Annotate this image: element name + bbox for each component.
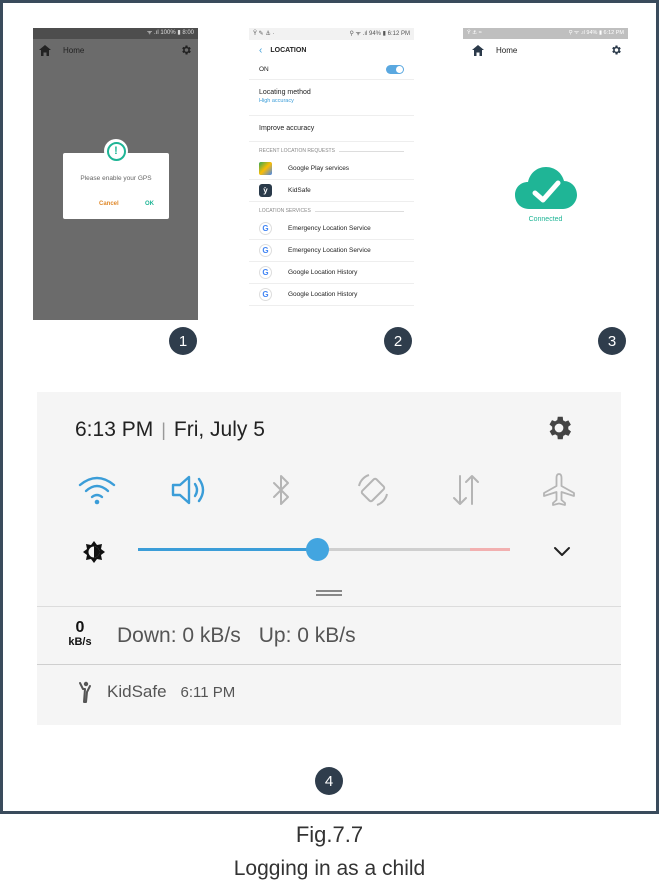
figure-caption: Logging in as a child bbox=[233, 857, 426, 880]
quick-settings-panel: 6:13 PM | Fri, July 5 0 kB/s Down: 0 kB/… bbox=[37, 392, 621, 725]
google-icon: G bbox=[259, 288, 272, 301]
divider bbox=[37, 664, 621, 665]
locating-method-value: High accuracy bbox=[259, 98, 294, 104]
settings-header: ‹ LOCATION bbox=[249, 40, 414, 60]
figure-frame: ⁠ᯤ .ıl 100% ▮ 8:00 Home Connected ! Plea… bbox=[0, 0, 659, 814]
location-toggle[interactable] bbox=[386, 65, 404, 74]
screen-gps-prompt: ⁠ᯤ .ıl 100% ▮ 8:00 Home Connected ! Plea… bbox=[33, 28, 198, 320]
network-traffic: Down: 0 kB/s Up: 0 kB/s bbox=[117, 624, 356, 648]
improve-accuracy-label: Improve accuracy bbox=[259, 125, 315, 132]
chevron-down-icon[interactable] bbox=[551, 540, 573, 562]
status-bar: Ÿ ✎ ⚓ · ⚲ ᯤ .ıl 94% ▮ 6:12 PM bbox=[249, 28, 414, 40]
locating-method-label: Locating method bbox=[259, 89, 311, 96]
bluetooth-icon[interactable] bbox=[261, 470, 301, 510]
speed-value: 0 bbox=[75, 619, 85, 636]
speed-unit: kB/s bbox=[68, 636, 92, 648]
brightness-fill bbox=[138, 548, 317, 551]
wifi-icon[interactable] bbox=[77, 470, 117, 510]
page-title: LOCATION bbox=[270, 46, 307, 54]
on-label: ON bbox=[259, 66, 269, 73]
status-left: Ÿ ⚓ ≈ bbox=[467, 30, 482, 36]
services-header: LOCATION SERVICES bbox=[249, 202, 414, 218]
location-toggle-row[interactable]: ON bbox=[249, 60, 414, 80]
status-right: ⚲ ᯤ .ıl 94% ▮ 6:12 PM bbox=[568, 30, 625, 36]
gear-icon[interactable] bbox=[180, 44, 192, 56]
service-name: Google Location History bbox=[288, 291, 358, 298]
puzzle-icon bbox=[259, 162, 272, 175]
upload-rate: Up: 0 kB/s bbox=[258, 624, 356, 647]
brightness-slider[interactable] bbox=[138, 538, 510, 561]
page-title: Home bbox=[63, 45, 85, 55]
improve-accuracy-row[interactable]: Improve accuracy bbox=[249, 116, 414, 142]
brightness-thumb[interactable] bbox=[305, 538, 329, 561]
status-bar: Ÿ ⚓ ≈ ⚲ ᯤ .ıl 94% ▮ 6:12 PM bbox=[463, 28, 628, 39]
home-icon[interactable] bbox=[39, 44, 51, 56]
step-badge-3: 3 bbox=[598, 327, 626, 355]
google-icon: G bbox=[259, 244, 272, 257]
airplane-icon[interactable] bbox=[539, 470, 579, 510]
google-icon: G bbox=[259, 266, 272, 279]
list-item[interactable]: G Google Location History bbox=[249, 262, 414, 284]
locating-method-row[interactable]: Locating method High accuracy bbox=[249, 80, 414, 116]
net-speed-indicator: 0 kB/s bbox=[63, 619, 97, 648]
mobile-data-icon[interactable] bbox=[446, 470, 486, 510]
ok-button[interactable]: OK bbox=[145, 201, 154, 207]
kidsafe-icon bbox=[79, 681, 91, 703]
kidsafe-icon: ỳ bbox=[259, 184, 272, 197]
cancel-button[interactable]: Cancel bbox=[99, 201, 119, 207]
step-badge-1: 1 bbox=[169, 327, 197, 355]
service-name: Emergency Location Service bbox=[288, 225, 371, 232]
brightness-icon[interactable] bbox=[81, 539, 107, 565]
status-right: ⚲ ᯤ .ıl 94% ▮ 6:12 PM bbox=[349, 31, 410, 37]
service-name: Google Location History bbox=[288, 269, 358, 276]
settings-gear-icon[interactable] bbox=[544, 413, 574, 443]
drag-handle[interactable] bbox=[316, 590, 342, 596]
status-bar: ⁠ᯤ .ıl 100% ▮ 8:00 bbox=[33, 28, 198, 39]
brightness-warning-zone bbox=[470, 548, 510, 551]
cloud-check-icon bbox=[515, 167, 577, 209]
google-icon: G bbox=[259, 222, 272, 235]
dialog-message: Please enable your GPS bbox=[80, 175, 152, 182]
gps-dialog: ! Please enable your GPS Cancel OK bbox=[63, 139, 169, 219]
screen-connected: Ÿ ⚓ ≈ ⚲ ᯤ .ıl 94% ▮ 6:12 PM Home Connect… bbox=[463, 28, 628, 320]
alert-icon-wrap: ! bbox=[104, 139, 128, 163]
connection-status: Connected bbox=[528, 216, 563, 223]
date-label: Fri, July 5 bbox=[173, 418, 265, 441]
kidsafe-notification[interactable]: KidSafe 6:11 PM bbox=[77, 681, 235, 703]
separator: | bbox=[161, 420, 166, 440]
notification-time: 6:11 PM bbox=[180, 683, 236, 701]
divider bbox=[37, 606, 621, 607]
list-item[interactable]: G Emergency Location Service bbox=[249, 218, 414, 240]
alert-icon: ! bbox=[106, 141, 126, 161]
page-title: Home bbox=[496, 45, 518, 55]
figure-number: Fig.7.7 bbox=[295, 822, 364, 847]
app-bar: Home bbox=[463, 39, 628, 61]
status-left: Ÿ ✎ ⚓ · bbox=[253, 31, 275, 37]
service-name: Emergency Location Service bbox=[288, 247, 371, 254]
back-arrow-icon[interactable]: ‹ bbox=[259, 45, 262, 56]
step-badge-2: 2 bbox=[384, 327, 412, 355]
screen-location-settings: Ÿ ✎ ⚓ · ⚲ ᯤ .ıl 94% ▮ 6:12 PM ‹ LOCATION… bbox=[249, 28, 414, 320]
auto-rotate-icon[interactable] bbox=[353, 470, 393, 510]
download-rate: Down: 0 kB/s bbox=[117, 624, 241, 647]
list-item[interactable]: G Emergency Location Service bbox=[249, 240, 414, 262]
recent-requests-header: RECENT LOCATION REQUESTS bbox=[249, 142, 414, 158]
list-item[interactable]: Google Play services bbox=[249, 158, 414, 180]
app-name: Google Play services bbox=[288, 165, 350, 172]
list-item[interactable]: ỳ KidSafe bbox=[249, 180, 414, 202]
clock-date: 6:13 PM | Fri, July 5 bbox=[75, 418, 265, 442]
gear-icon[interactable] bbox=[610, 44, 622, 56]
home-icon[interactable] bbox=[472, 44, 484, 56]
clock-time: 6:13 PM bbox=[75, 418, 154, 441]
app-bar: Home bbox=[33, 39, 198, 61]
app-name: KidSafe bbox=[288, 187, 311, 194]
notification-app: KidSafe bbox=[107, 682, 167, 701]
list-item[interactable]: G Google Location History bbox=[249, 284, 414, 306]
step-badge-4: 4 bbox=[315, 767, 343, 795]
sound-icon[interactable] bbox=[168, 470, 208, 510]
